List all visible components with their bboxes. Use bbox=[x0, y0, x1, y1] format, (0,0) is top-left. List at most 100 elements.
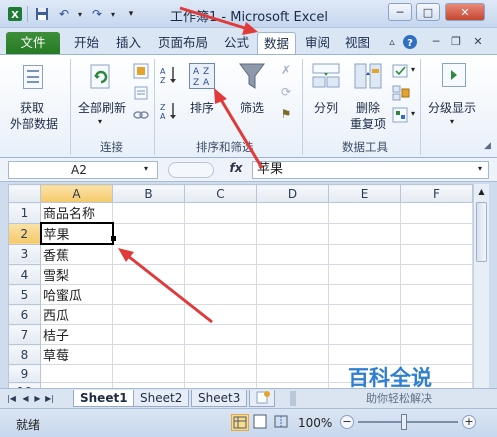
cell[interactable] bbox=[112, 344, 185, 365]
cell-a7[interactable]: 桔子 bbox=[40, 324, 113, 345]
page-layout-view-icon[interactable] bbox=[252, 414, 270, 431]
cell[interactable] bbox=[256, 324, 329, 345]
get-external-data-button[interactable]: 获取 外部数据 bbox=[6, 59, 60, 133]
cell-a6[interactable]: 西瓜 bbox=[40, 304, 113, 325]
outline-button[interactable]: 分级显示 ▾ bbox=[426, 59, 482, 126]
cell[interactable] bbox=[256, 222, 329, 245]
cell[interactable] bbox=[400, 202, 473, 224]
zoom-in-button[interactable]: + bbox=[462, 415, 476, 429]
save-icon[interactable] bbox=[33, 5, 51, 23]
cell-a2-active[interactable]: 苹果 bbox=[39, 222, 114, 245]
tab-formulas[interactable]: 公式 bbox=[218, 32, 255, 54]
cell[interactable] bbox=[328, 243, 401, 265]
text-to-columns-button[interactable]: 分列 bbox=[306, 59, 346, 121]
scrollbar-thumb[interactable] bbox=[476, 202, 487, 262]
column-header-a[interactable]: A bbox=[40, 184, 113, 203]
sort-z-to-a-icon[interactable]: ZA bbox=[160, 101, 178, 121]
column-header-e[interactable]: E bbox=[328, 184, 401, 203]
column-header-f[interactable]: F bbox=[400, 184, 473, 203]
sheet-tab-sheet1[interactable]: Sheet1 bbox=[73, 390, 135, 407]
column-header-b[interactable]: B bbox=[112, 184, 185, 203]
workbook-restore-icon[interactable]: ❐ bbox=[448, 34, 464, 50]
insert-function-button[interactable]: fx bbox=[222, 161, 250, 179]
cell[interactable] bbox=[184, 364, 257, 383]
cell[interactable] bbox=[112, 284, 185, 305]
cell[interactable] bbox=[400, 222, 473, 245]
redo-dropdown-icon[interactable]: ▾ bbox=[104, 5, 122, 23]
ribbon-expand-icon[interactable]: ◢ bbox=[484, 141, 491, 151]
cell[interactable] bbox=[328, 264, 401, 285]
cell[interactable] bbox=[256, 243, 329, 265]
cell-a4[interactable]: 雪梨 bbox=[40, 264, 113, 285]
cell[interactable] bbox=[112, 304, 185, 325]
cell[interactable] bbox=[400, 264, 473, 285]
cell[interactable] bbox=[328, 304, 401, 325]
cell[interactable] bbox=[112, 364, 185, 383]
name-box[interactable]: A2 bbox=[8, 161, 158, 179]
data-validation-dropdown-icon[interactable]: ▾ bbox=[411, 65, 415, 74]
zoom-out-button[interactable]: − bbox=[340, 415, 354, 429]
last-sheet-icon[interactable]: ▶| bbox=[44, 392, 55, 405]
cell[interactable] bbox=[400, 243, 473, 265]
cell[interactable] bbox=[184, 243, 257, 265]
cell[interactable] bbox=[256, 344, 329, 365]
collapse-ribbon-icon[interactable]: ▵ bbox=[384, 34, 400, 50]
connections-icon[interactable] bbox=[133, 63, 149, 79]
what-if-dropdown-icon[interactable]: ▾ bbox=[411, 109, 415, 118]
next-sheet-icon[interactable]: ▶ bbox=[32, 392, 43, 405]
what-if-analysis-icon[interactable] bbox=[392, 107, 410, 123]
cell[interactable] bbox=[184, 324, 257, 345]
scroll-up-icon[interactable]: ▲ bbox=[475, 185, 488, 199]
help-icon[interactable]: ? bbox=[402, 34, 418, 50]
cell[interactable] bbox=[112, 222, 185, 245]
advanced-filter-icon[interactable]: ⚑ bbox=[278, 107, 294, 123]
customize-qa-icon[interactable]: ▾ bbox=[122, 5, 140, 23]
cell[interactable] bbox=[184, 264, 257, 285]
row-header[interactable]: 8 bbox=[8, 344, 41, 365]
cell-a1[interactable]: 商品名称 bbox=[40, 202, 113, 224]
name-box-dropdown-icon[interactable]: ▾ bbox=[144, 164, 148, 173]
cell[interactable] bbox=[256, 264, 329, 285]
cell[interactable] bbox=[184, 304, 257, 325]
undo-dropdown-icon[interactable]: ▾ bbox=[71, 5, 89, 23]
column-header-c[interactable]: C bbox=[184, 184, 257, 203]
formula-bar-splitter[interactable] bbox=[168, 162, 214, 178]
vertical-scrollbar[interactable]: ▲ bbox=[473, 184, 489, 388]
restore-button[interactable]: □ bbox=[416, 3, 440, 21]
tab-page-layout[interactable]: 页面布局 bbox=[152, 32, 214, 54]
sheet-tab-sheet2[interactable]: Sheet2 bbox=[133, 390, 190, 407]
cell[interactable] bbox=[328, 222, 401, 245]
row-header[interactable]: 4 bbox=[8, 264, 41, 285]
cell[interactable] bbox=[112, 243, 185, 265]
sort-button[interactable]: AZZA 排序 bbox=[184, 59, 220, 121]
expand-formula-bar-icon[interactable]: ▾ bbox=[478, 164, 482, 173]
clear-filter-icon[interactable]: ✗ bbox=[278, 63, 294, 79]
zoom-slider-thumb[interactable] bbox=[401, 414, 407, 430]
row-header[interactable]: 9 bbox=[8, 364, 41, 383]
cell[interactable] bbox=[400, 304, 473, 325]
tab-split-handle[interactable] bbox=[290, 391, 296, 406]
cell-a5[interactable]: 哈蜜瓜 bbox=[40, 284, 113, 305]
row-header[interactable]: 2 bbox=[8, 222, 41, 245]
close-button[interactable]: ✕ bbox=[445, 3, 485, 21]
cell[interactable] bbox=[256, 202, 329, 224]
normal-view-icon[interactable] bbox=[231, 414, 249, 431]
formula-input[interactable]: 苹果 bbox=[252, 161, 489, 179]
cell[interactable] bbox=[328, 202, 401, 224]
row-header[interactable]: 3 bbox=[8, 243, 41, 265]
cell[interactable] bbox=[328, 324, 401, 345]
prev-sheet-icon[interactable]: ◀ bbox=[20, 392, 31, 405]
excel-app-icon[interactable]: X bbox=[6, 5, 24, 23]
sheet-tab-sheet3[interactable]: Sheet3 bbox=[191, 390, 248, 407]
row-header[interactable]: 7 bbox=[8, 324, 41, 345]
consolidate-icon[interactable] bbox=[392, 85, 410, 101]
filter-button[interactable]: 筛选 bbox=[232, 59, 272, 121]
zoom-level[interactable]: 100% bbox=[298, 416, 332, 430]
cell[interactable] bbox=[328, 284, 401, 305]
fill-handle[interactable] bbox=[111, 236, 116, 241]
edit-links-icon[interactable] bbox=[133, 107, 149, 123]
cell[interactable] bbox=[400, 324, 473, 345]
tab-home[interactable]: 开始 bbox=[68, 32, 105, 54]
zoom-slider-track[interactable] bbox=[358, 421, 458, 423]
cell[interactable] bbox=[184, 202, 257, 224]
